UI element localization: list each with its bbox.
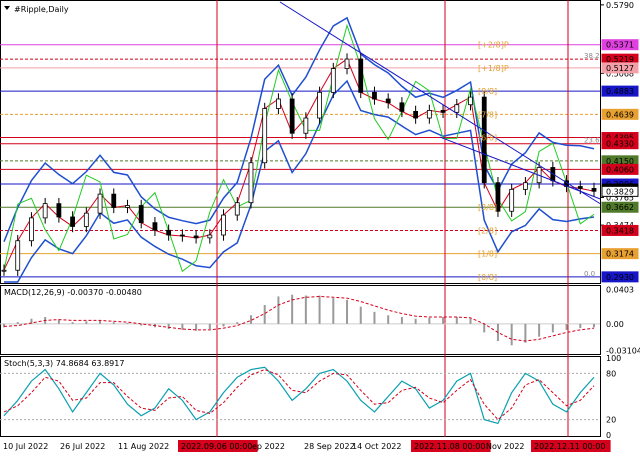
fib-label: 23.6 xyxy=(584,137,600,145)
candle-body xyxy=(426,110,432,119)
candle-body xyxy=(577,186,583,189)
chart-title: #Ripple,Daily xyxy=(14,5,69,14)
candle-body xyxy=(83,212,89,227)
candle-body xyxy=(358,58,364,93)
candle-body xyxy=(440,110,446,113)
macd-title: MACD(12,26,9) -0.00370 -0.00480 xyxy=(4,288,142,297)
murrey-label: [0/8] xyxy=(478,273,497,282)
candle-body xyxy=(15,240,21,271)
candle-body xyxy=(303,117,309,134)
murrey-label: [+1/8]P xyxy=(478,64,509,73)
candle-body xyxy=(56,203,62,218)
murrey-label: [2/8] xyxy=(478,226,497,235)
candle-body xyxy=(317,91,322,119)
price-label-text: 0.4883 xyxy=(606,87,634,96)
candle-body xyxy=(522,182,528,190)
candle-body xyxy=(1,269,7,272)
price-label-text: 0.2930 xyxy=(606,273,634,282)
candle-body xyxy=(372,91,377,100)
price-label-text: 0.5371 xyxy=(606,41,634,50)
stoch-tick-label: 20 xyxy=(606,416,616,425)
time-axis: 10 Jul 2022 26 Jul 2022 11 Aug 2022 2022.09… xyxy=(3,440,611,452)
candle-body xyxy=(509,188,515,212)
stoch-title: Stoch(5,3,3) 74.8684 63.8917 xyxy=(4,359,124,368)
candle-body xyxy=(179,234,185,237)
x-axis-label: 10 Jul 2022 xyxy=(3,442,48,451)
candle-body xyxy=(207,234,213,239)
x-axis-label: 2022.11.08 00:00 xyxy=(414,442,485,451)
candle-body xyxy=(248,162,254,204)
candle-body xyxy=(468,96,473,106)
candle-body xyxy=(289,98,295,134)
x-axis-label: 2022.12.11 00:00 xyxy=(534,442,605,451)
candle-body xyxy=(193,235,199,239)
price-label-text: 0.3662 xyxy=(606,203,634,212)
fib-label: 0.0 xyxy=(584,270,595,278)
x-axis-label: 26 Jul 2022 xyxy=(60,442,105,451)
stoch-tick-label: 80 xyxy=(606,369,616,378)
price-label-text: 0.4639 xyxy=(606,110,634,119)
price-label-text: 0.5127 xyxy=(606,64,634,73)
x-axis-label: 28 Sep 2022 xyxy=(304,442,355,451)
price-label-text: 0.4330 xyxy=(606,140,634,149)
fib-label: 38.2 xyxy=(584,52,600,60)
candle-body xyxy=(385,98,391,104)
murrey-label: [+2/8]P xyxy=(478,41,509,50)
murrey-label: [7/8] xyxy=(478,110,497,119)
x-axis-label: 11 Aug 2022 xyxy=(118,442,169,451)
candle-body xyxy=(262,108,268,164)
price-label-text: 0.4060 xyxy=(606,165,634,174)
candle-body xyxy=(125,205,130,208)
x-axis-label: Nov 2022 xyxy=(486,442,525,451)
x-axis-label: 2022.09.06 00:00 xyxy=(181,442,252,451)
x-axis-label: 14 Oct 2022 xyxy=(352,442,401,451)
x-axis-label: ep 2022 xyxy=(252,442,285,451)
axis-tick-label: 0.5790 xyxy=(606,1,634,10)
price-label-text: 0.3829 xyxy=(606,187,634,196)
candle-body xyxy=(70,216,76,227)
candle-body xyxy=(330,68,336,93)
candle-body xyxy=(221,214,226,236)
murrey-label: [6/8] xyxy=(478,134,497,143)
candle-body xyxy=(413,110,419,119)
stoch-tick-label: 100 xyxy=(606,354,621,363)
candle-body xyxy=(42,203,48,219)
murrey-label: [3/8] xyxy=(478,203,497,212)
chart-canvas: [+2/8]P [+1/8]P [8/8] [7/8] [6/8] [3/8] [2/8] [… xyxy=(0,0,640,457)
murrey-label: [8/8] xyxy=(478,87,497,96)
candle-body xyxy=(399,102,405,112)
macd-tick-label: 0.00 xyxy=(606,320,624,329)
candle-body xyxy=(111,193,117,208)
chart-window: [+2/8]P [+1/8]P [8/8] [7/8] [6/8] [3/8] [2/8] [… xyxy=(0,0,640,457)
price-label-text: 0.3174 xyxy=(606,250,634,259)
candle-body xyxy=(276,98,281,109)
candle-body xyxy=(152,222,158,231)
stoch-tick-label: 0 xyxy=(606,431,611,440)
candle-body xyxy=(454,104,460,113)
candle-body xyxy=(29,217,34,242)
price-label-text: 0.3418 xyxy=(606,226,634,235)
candle-body xyxy=(97,193,103,214)
murrey-label: [1/8] xyxy=(478,250,497,259)
candle-body xyxy=(344,58,350,69)
candle-body xyxy=(591,188,597,192)
candle-body xyxy=(138,205,144,224)
candle-body xyxy=(234,202,240,216)
candle-body xyxy=(166,229,172,236)
macd-tick-label: 0.0403 xyxy=(606,285,634,294)
